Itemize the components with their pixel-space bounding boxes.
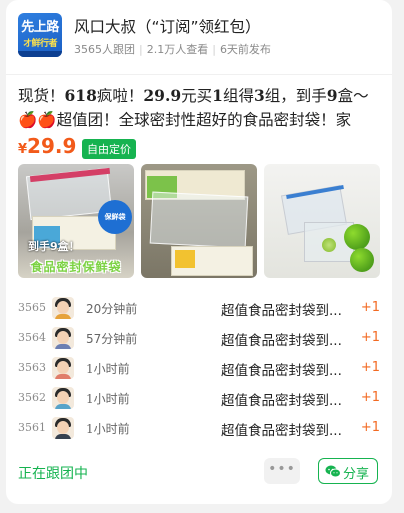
currency-symbol: ¥ [18,142,28,157]
product-image-1[interactable]: 保鲜袋 到手9盒！ 食品密封保鲜袋 [18,164,134,278]
title-segment: 疯啦！ [96,87,144,105]
box-label [175,250,195,268]
meta-separator: | [139,43,143,56]
price-tag-badge: 自由定价 [82,139,136,159]
product-sticker: 保鲜袋 [98,200,132,234]
wechat-icon [325,465,341,478]
meta-separator: | [212,43,216,56]
lime-fruit [344,224,370,250]
buyer-avatar [52,297,74,319]
order-quantity: +1 [360,420,380,435]
order-time: 57分钟前 [86,332,138,346]
share-button[interactable]: 分享 [318,458,378,484]
buyer-avatar [52,387,74,409]
avatar-face [57,361,69,374]
lime-fruit [350,248,374,272]
group-avatar[interactable]: 先上路 オ鲜行者 [18,13,62,57]
order-quantity: +1 [360,390,380,405]
price-value: 29.9 [27,134,77,158]
followers-count: 3565人跟团 [74,43,135,56]
group-buy-card[interactable]: 先上路 オ鲜行者 风口大叔（“订阅”领红包） 3565人跟团 | 2.1万人查看 | 6… [6,0,392,504]
price: ¥29.9 [18,134,76,158]
avatar-shirt [55,434,71,439]
order-row[interactable]: 3562 1小时前 超值食品密封袋到... +1 [18,384,380,414]
avatar-face [57,331,69,344]
order-time: 1小时前 [86,362,130,376]
avatar-shirt [55,374,71,379]
order-row[interactable]: 3565 20分钟前 超值食品密封袋到... +1 [18,294,380,324]
avatar-shirt [55,344,71,349]
order-quantity: +1 [360,300,380,315]
header-divider [6,74,392,75]
avatar-face [57,421,69,434]
share-label: 分享 [343,467,370,482]
order-product: 超值食品密封袋到... [221,393,342,409]
avatar-face [57,301,69,314]
title-segment: 组，到手 [264,87,327,105]
avatar-face [57,391,69,404]
title-segment: 9 [326,86,338,105]
title-segment: 3 [253,86,265,105]
views-count: 2.1万人查看 [146,43,209,56]
title-segment: 618 [64,86,97,105]
buyer-avatar [52,357,74,379]
more-options-button[interactable]: ••• [264,458,300,484]
avatar-logo-subtext: オ鲜行者 [22,39,58,49]
buyer-avatar [52,417,74,439]
order-product: 超值食品密封袋到... [221,333,342,349]
order-seq: 3564 [18,331,46,344]
title-segment: 现货！ [18,87,65,105]
group-meta: 3565人跟团 | 2.1万人查看 | 6天前发布 [74,41,271,57]
order-row[interactable]: 3561 1小时前 超值食品密封袋到... +1 [18,414,380,444]
lime-slice [322,238,336,252]
group-status: 正在跟团中 [18,466,88,482]
more-icon: ••• [268,461,296,477]
order-seq: 3563 [18,361,46,374]
order-time: 1小时前 [86,392,130,406]
avatar-shirt [55,314,71,319]
order-seq: 3562 [18,391,46,404]
title-segment: 组得 [222,87,254,105]
posted-time: 6天前发布 [219,43,271,56]
buyer-avatar [52,327,74,349]
image-overlay-text: 到手9盒！ [28,240,80,253]
order-row[interactable]: 3563 1小时前 超值食品密封袋到... +1 [18,354,380,384]
order-time: 20分钟前 [86,302,138,316]
order-product: 超值食品密封袋到... [221,303,342,319]
order-product: 超值食品密封袋到... [221,423,342,439]
avatar-logo-text: 先上路 [21,20,59,35]
product-image-2[interactable] [141,164,257,278]
group-author-name[interactable]: 风口大叔（“订阅”领红包） [74,15,261,37]
product-image-gallery: 保鲜袋 到手9盒！ 食品密封保鲜袋 [18,164,380,278]
order-quantity: +1 [360,330,380,345]
title-segment: 1 [212,86,223,105]
post-title[interactable]: 现货！618疯啦！29.9元买1组得3组，到手9盒～🍎🍎超值团！全球密封性超好的… [18,84,376,132]
order-quantity: +1 [360,360,380,375]
title-segment: 29.9 [143,86,182,105]
image-caption: 食品密封保鲜袋 [30,260,122,274]
product-image-3[interactable] [264,164,380,278]
order-seq: 3561 [18,421,46,434]
avatar-stripe [18,51,62,57]
order-seq: 3565 [18,301,46,314]
order-row[interactable]: 3564 57分钟前 超值食品密封袋到... +1 [18,324,380,354]
bag-shape [149,191,249,249]
order-time: 1小时前 [86,422,130,436]
order-product: 超值食品密封袋到... [221,363,342,379]
avatar-shirt [55,404,71,409]
title-segment: 元买 [181,87,213,105]
card-header: 先上路 オ鲜行者 风口大叔（“订阅”领红包） 3565人跟团 | 2.1万人查看 | 6… [18,11,380,63]
